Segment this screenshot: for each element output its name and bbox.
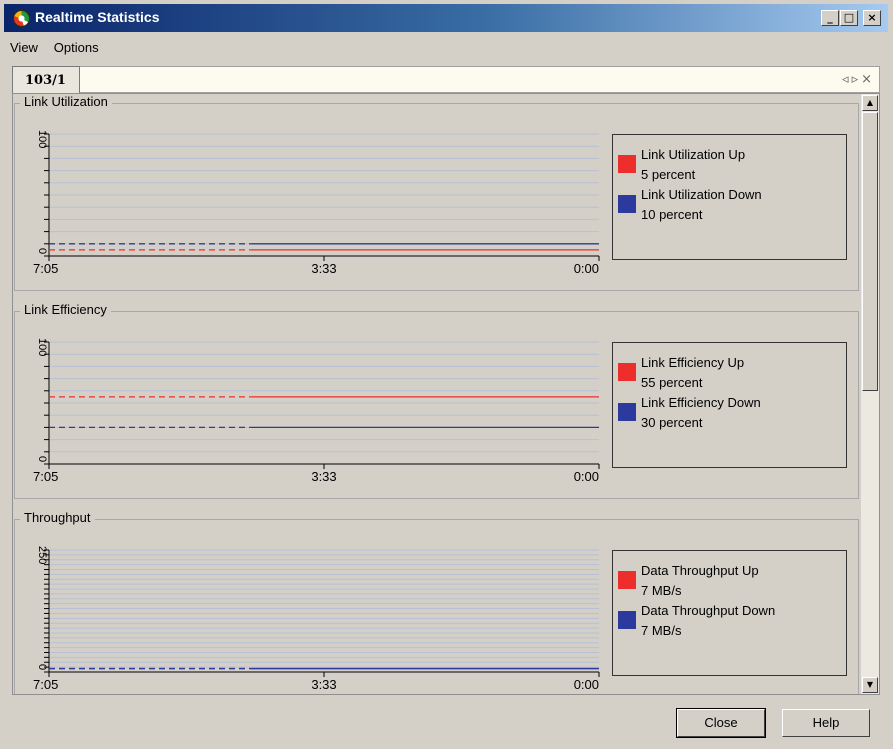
- legend-text: Link Efficiency Up 55 percent: [641, 353, 851, 393]
- x-tick-label: 0:00: [574, 677, 599, 692]
- x-tick-label: 3:33: [311, 677, 336, 692]
- help-button[interactable]: Help: [782, 709, 870, 737]
- legend-swatch-blue: [618, 611, 636, 629]
- legend: Link Efficiency Up 55 percent Link Effici…: [612, 342, 847, 468]
- legend-swatch-red: [618, 363, 636, 381]
- realtime-statistics-window: Realtime Statistics _ □ × View Options 1…: [0, 0, 893, 749]
- y-max-label: 100: [36, 338, 48, 356]
- legend-swatch-blue: [618, 195, 636, 213]
- close-window-button[interactable]: ×: [863, 10, 881, 26]
- legend-series-value: 7 MB/s: [641, 623, 682, 638]
- legend-swatch-blue: [618, 403, 636, 421]
- legend-text: Link Efficiency Down 30 percent: [641, 393, 851, 433]
- y-min-label: 0: [36, 664, 48, 670]
- legend-text: Link Utilization Down 10 percent: [641, 185, 851, 225]
- legend-series-value: 55 percent: [641, 375, 703, 390]
- y-min-label: 0: [36, 456, 48, 462]
- link-efficiency-chart: 100 0 7:05 3:33 0:00: [33, 338, 600, 484]
- legend-series-value: 5 percent: [641, 167, 696, 182]
- legend: Data Throughput Up 7 MB/s Data Throughput…: [612, 550, 847, 676]
- y-min-label: 0: [36, 248, 48, 254]
- scroll-down-icon[interactable]: ▼: [862, 677, 878, 693]
- y-max-label: 250: [36, 546, 48, 564]
- minimize-button[interactable]: _: [821, 10, 839, 26]
- scroll-thumb[interactable]: [862, 112, 878, 391]
- legend-series-name: Link Utilization Up: [641, 147, 746, 162]
- x-tick-label: 0:00: [574, 469, 599, 484]
- legend: Link Utilization Up 5 percent Link Utiliz…: [612, 134, 847, 260]
- window-title: Realtime Statistics: [35, 9, 160, 25]
- panel-throughput: Throughput 250 0 7:05 3:33 0:00 Data Through…: [14, 510, 859, 694]
- vertical-scrollbar[interactable]: ▲ ▼: [861, 94, 879, 694]
- legend-series-value: 30 percent: [641, 415, 703, 430]
- legend-text: Data Throughput Up 7 MB/s: [641, 561, 851, 601]
- statistics-content: Link Utilization 100 0 7:05 3:33 0:00 Link U…: [12, 93, 880, 695]
- legend-swatch-red: [618, 155, 636, 173]
- x-tick-label: 7:05: [33, 261, 58, 276]
- close-button[interactable]: Close: [676, 708, 766, 738]
- legend-text: Link Utilization Up 5 percent: [641, 145, 851, 185]
- tab-103-1[interactable]: 103/1: [12, 66, 80, 95]
- legend-text: Data Throughput Down 7 MB/s: [641, 601, 851, 641]
- legend-series-value: 7 MB/s: [641, 583, 682, 598]
- x-tick-label: 7:05: [33, 677, 58, 692]
- x-tick-label: 3:33: [311, 469, 336, 484]
- link-utilization-chart: 100 0 7:05 3:33 0:00: [33, 130, 600, 276]
- legend-series-name: Link Efficiency Down: [641, 395, 761, 410]
- scroll-up-icon[interactable]: ▲: [862, 95, 878, 111]
- menu-options[interactable]: Options: [48, 38, 105, 57]
- app-icon: [13, 10, 30, 27]
- panel-link-utilization: Link Utilization 100 0 7:05 3:33 0:00 Link U…: [14, 94, 859, 296]
- legend-series-name: Data Throughput Down: [641, 603, 776, 618]
- legend-series-name: Link Efficiency Up: [641, 355, 745, 370]
- menu-bar: View Options: [4, 38, 105, 58]
- x-tick-label: 3:33: [311, 261, 336, 276]
- title-bar[interactable]: Realtime Statistics _ □ ×: [4, 4, 888, 32]
- y-max-label: 100: [36, 130, 48, 148]
- throughput-chart: 250 0 7:05 3:33 0:00: [33, 546, 600, 692]
- menu-view[interactable]: View: [4, 38, 44, 57]
- legend-swatch-red: [618, 571, 636, 589]
- x-tick-label: 7:05: [33, 469, 58, 484]
- maximize-button[interactable]: □: [840, 10, 858, 26]
- panel-link-efficiency: Link Efficiency 100 0 7:05 3:33 0:00 Link Ef…: [14, 302, 859, 504]
- legend-series-name: Data Throughput Up: [641, 563, 759, 578]
- x-tick-label: 0:00: [574, 261, 599, 276]
- tab-bar: 103/1 ◃▹×: [12, 66, 880, 95]
- tab-scroll-close-controls[interactable]: ◃▹×: [842, 72, 875, 87]
- legend-series-value: 10 percent: [641, 207, 703, 222]
- legend-series-name: Link Utilization Down: [641, 187, 762, 202]
